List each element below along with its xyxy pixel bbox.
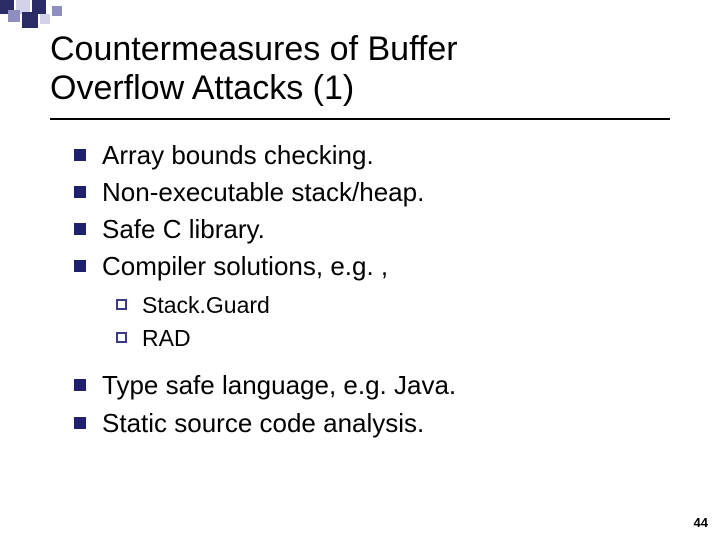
bullet-item: Type safe language, e.g. Java. (60, 368, 680, 403)
bullet-item: Array bounds checking. (60, 138, 680, 173)
page-number: 44 (694, 515, 708, 530)
bullet-list: Type safe language, e.g. Java. Static so… (60, 368, 680, 440)
bullet-text: Array bounds checking. (102, 140, 374, 170)
deco-square (22, 12, 38, 28)
bullet-item: Compiler solutions, e.g. , Stack.Guard R… (60, 249, 680, 354)
slide-title: Countermeasures of Buffer Overflow Attac… (50, 30, 458, 108)
bullet-item: Static source code analysis. (60, 406, 680, 441)
bullet-text: Static source code analysis. (102, 408, 424, 438)
bullet-text: Non-executable stack/heap. (102, 177, 424, 207)
bullet-text: Compiler solutions, e.g. , (102, 251, 388, 281)
sub-bullet-text: RAD (142, 325, 191, 351)
slide-body: Array bounds checking. Non-executable st… (60, 138, 680, 443)
deco-square (40, 14, 50, 24)
sub-bullet-item: RAD (102, 323, 680, 354)
bullet-item: Safe C library. (60, 212, 680, 247)
spacer (60, 360, 680, 368)
deco-square (52, 6, 62, 16)
bullet-item: Non-executable stack/heap. (60, 175, 680, 210)
title-line-2: Overflow Attacks (1) (50, 69, 354, 107)
slide: Countermeasures of Buffer Overflow Attac… (0, 0, 720, 540)
bullet-list: Array bounds checking. Non-executable st… (60, 138, 680, 354)
title-underline (50, 118, 670, 120)
bullet-text: Type safe language, e.g. Java. (102, 370, 456, 400)
bullet-text: Safe C library. (102, 214, 265, 244)
sub-bullet-list: Stack.Guard RAD (102, 290, 680, 354)
title-line-1: Countermeasures of Buffer (50, 30, 458, 68)
sub-bullet-text: Stack.Guard (142, 292, 270, 318)
deco-square (8, 10, 20, 22)
sub-bullet-item: Stack.Guard (102, 290, 680, 321)
